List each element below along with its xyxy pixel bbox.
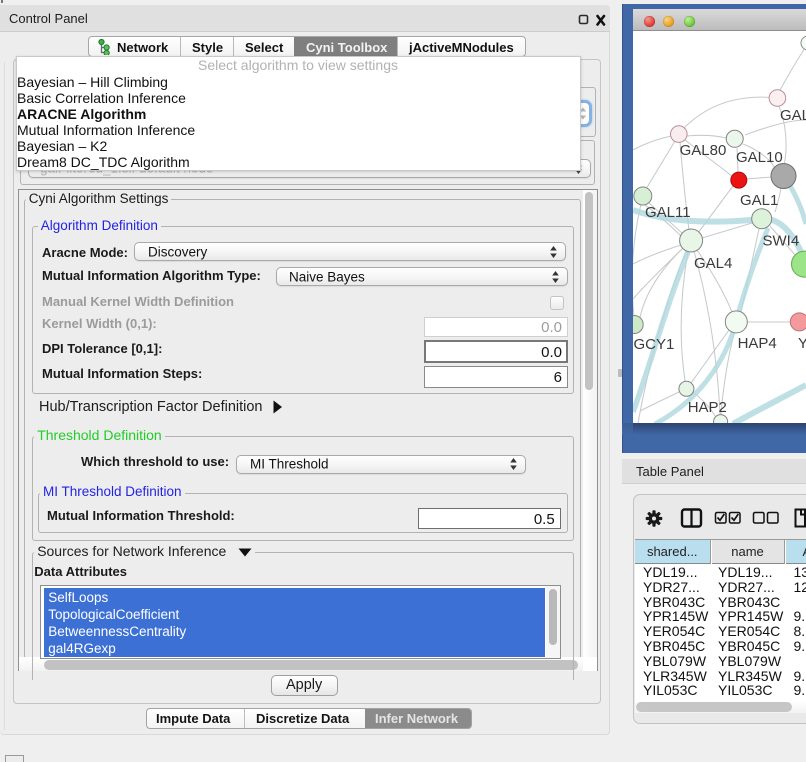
- svg-text:GAL1: GAL1: [740, 192, 778, 209]
- svg-text:GAL11: GAL11: [645, 204, 691, 221]
- svg-text:HAP2: HAP2: [688, 399, 727, 416]
- svg-text:HAP4: HAP4: [738, 335, 777, 352]
- svg-text:SWI4: SWI4: [763, 233, 800, 250]
- svg-text:GAL2: GAL2: [780, 107, 806, 124]
- svg-text:GAL80: GAL80: [680, 142, 727, 159]
- svg-text:GAL4: GAL4: [694, 255, 732, 272]
- svg-text:GAL10: GAL10: [736, 149, 783, 166]
- svg-text:YB: YB: [798, 335, 806, 352]
- svg-text:GCY1: GCY1: [634, 336, 675, 353]
